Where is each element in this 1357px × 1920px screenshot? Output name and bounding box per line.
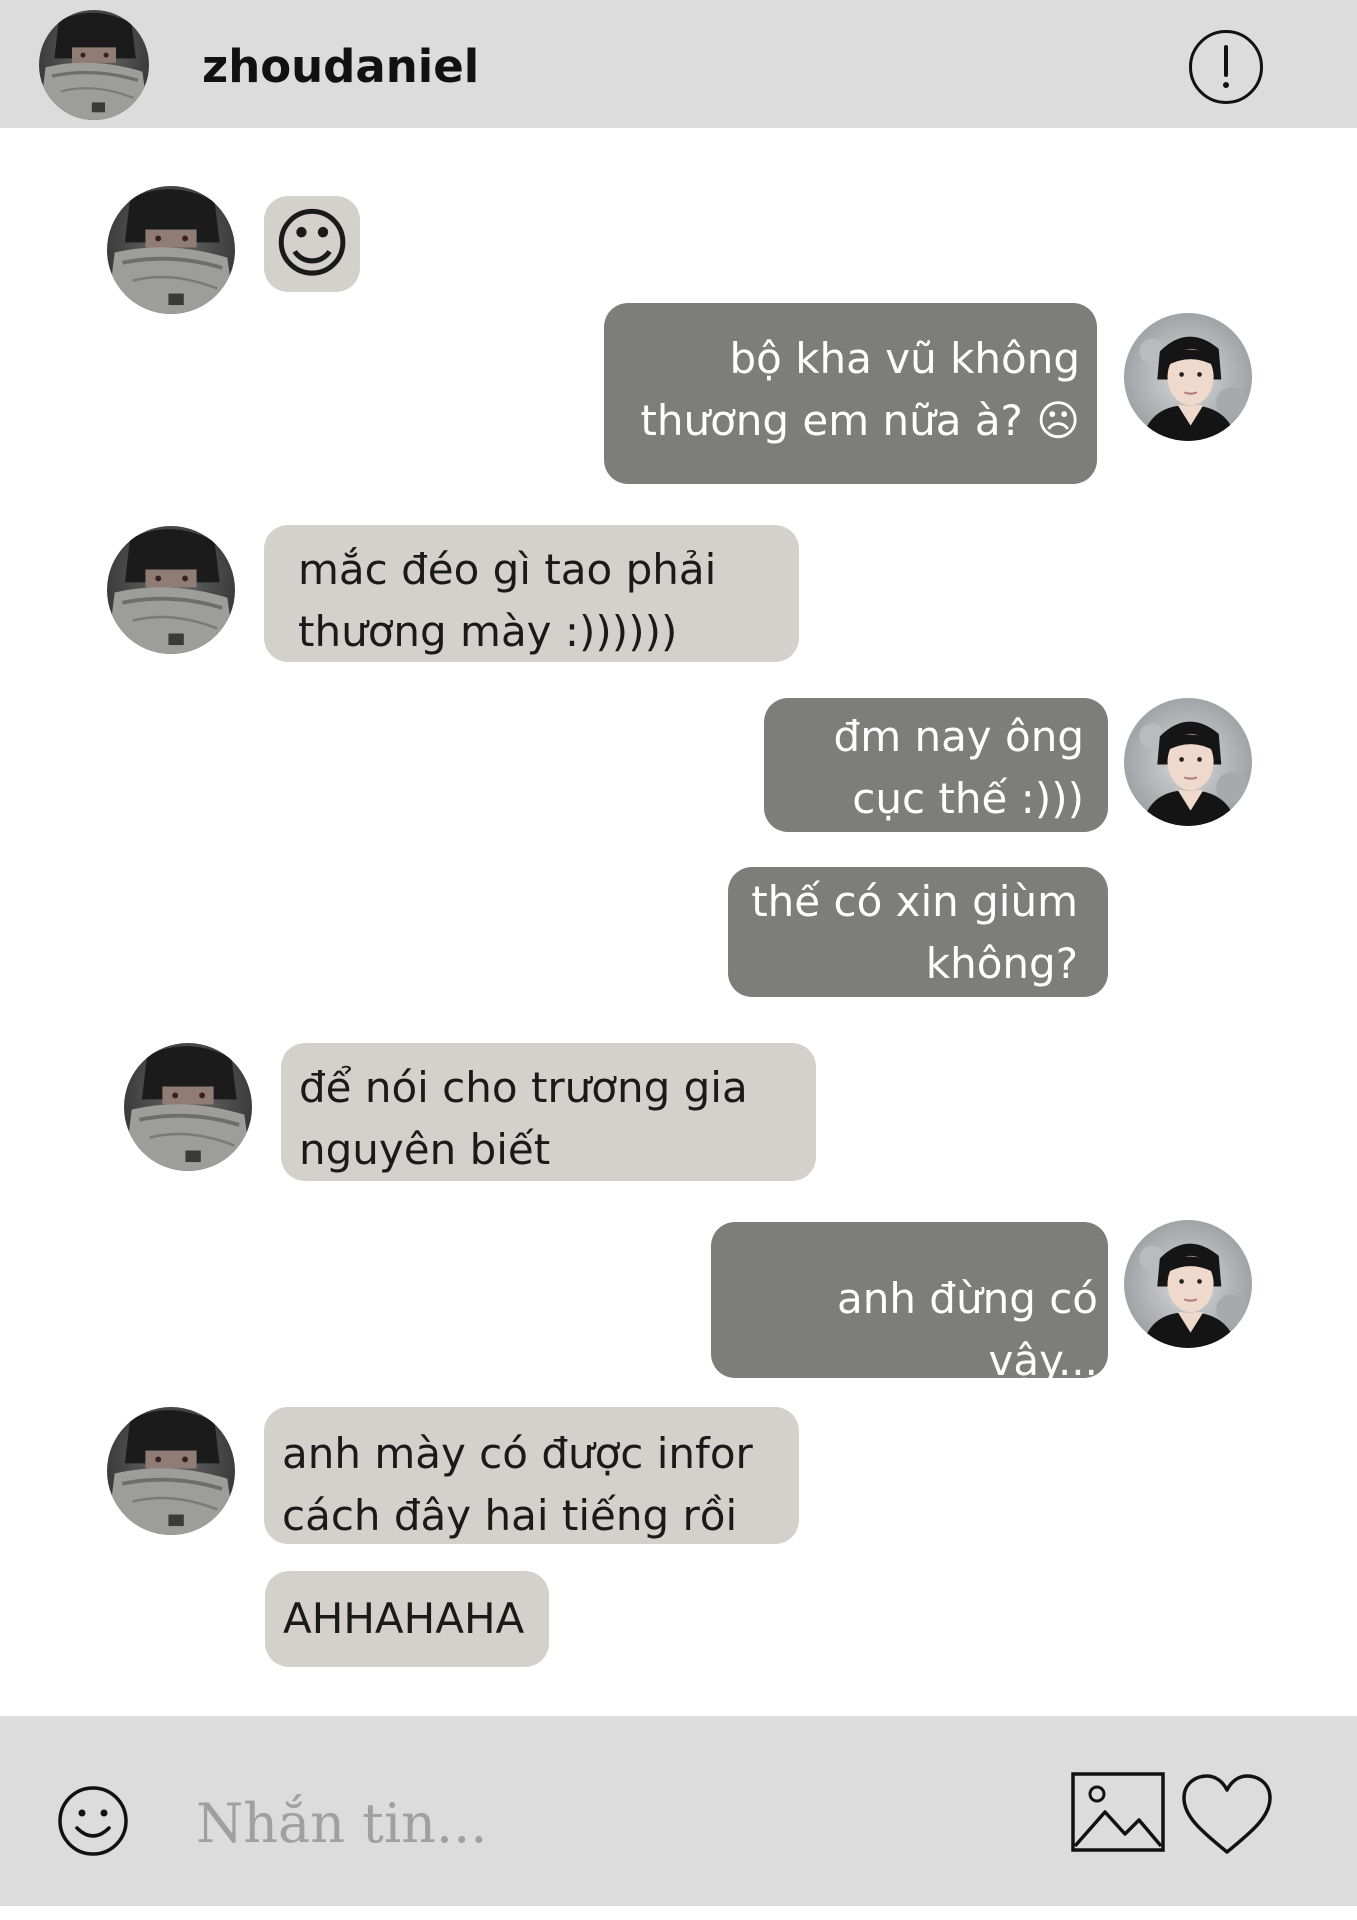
incoming-avatar[interactable]	[107, 526, 235, 654]
bottom-strip	[0, 1906, 1357, 1920]
outgoing-avatar[interactable]	[1124, 313, 1252, 441]
message-bubble[interactable]: anh mày có được infor cách đây hai tiếng…	[264, 1407, 799, 1544]
message-text: AHHAHAHA	[283, 1594, 525, 1643]
smiley-icon[interactable]	[56, 1784, 130, 1858]
message-bubble[interactable]: ☺	[264, 196, 360, 292]
incoming-avatar[interactable]	[107, 1407, 235, 1535]
info-icon[interactable]	[1189, 30, 1263, 104]
image-icon[interactable]	[1071, 1772, 1165, 1852]
outgoing-avatar[interactable]	[1124, 1220, 1252, 1348]
incoming-avatar[interactable]	[107, 186, 235, 314]
message-text: để nói cho trương gia nguyên biết	[299, 1063, 748, 1174]
message-bubble[interactable]: đm nay ông cục thế :)))	[764, 698, 1108, 832]
message-bubble[interactable]: để nói cho trương gia nguyên biết	[281, 1043, 816, 1181]
chat-header: zhoudaniel	[0, 0, 1357, 128]
message-bubble[interactable]: anh đừng có vậy...	[711, 1222, 1108, 1385]
message-bubble[interactable]: AHHAHAHA	[265, 1571, 549, 1667]
message-text: bộ kha vũ không thương em nữa à? ☹	[640, 334, 1080, 445]
message-text: thế có xin giùm không?	[751, 877, 1078, 988]
contact-avatar[interactable]	[39, 10, 149, 120]
incoming-avatar[interactable]	[124, 1043, 252, 1171]
message-text: anh mày có được infor cách đây hai tiếng…	[282, 1429, 753, 1540]
message-text: mắc đéo gì tao phải thương mày :))))))	[298, 545, 717, 656]
message-input[interactable]	[196, 1788, 996, 1858]
message-composer	[0, 1716, 1357, 1906]
outgoing-avatar[interactable]	[1124, 698, 1252, 826]
message-bubble[interactable]: bộ kha vũ không thương em nữa à? ☹	[604, 303, 1097, 484]
message-text: đm nay ông cục thế :)))	[833, 712, 1084, 823]
smiley-icon: ☺	[272, 199, 352, 288]
heart-icon[interactable]	[1180, 1772, 1274, 1856]
contact-username[interactable]: zhoudaniel	[202, 40, 479, 93]
message-bubble[interactable]: thế có xin giùm không?	[728, 867, 1108, 997]
message-bubble[interactable]: mắc đéo gì tao phải thương mày :))))))	[264, 525, 799, 662]
message-text: anh đừng có vậy...	[836, 1274, 1098, 1385]
